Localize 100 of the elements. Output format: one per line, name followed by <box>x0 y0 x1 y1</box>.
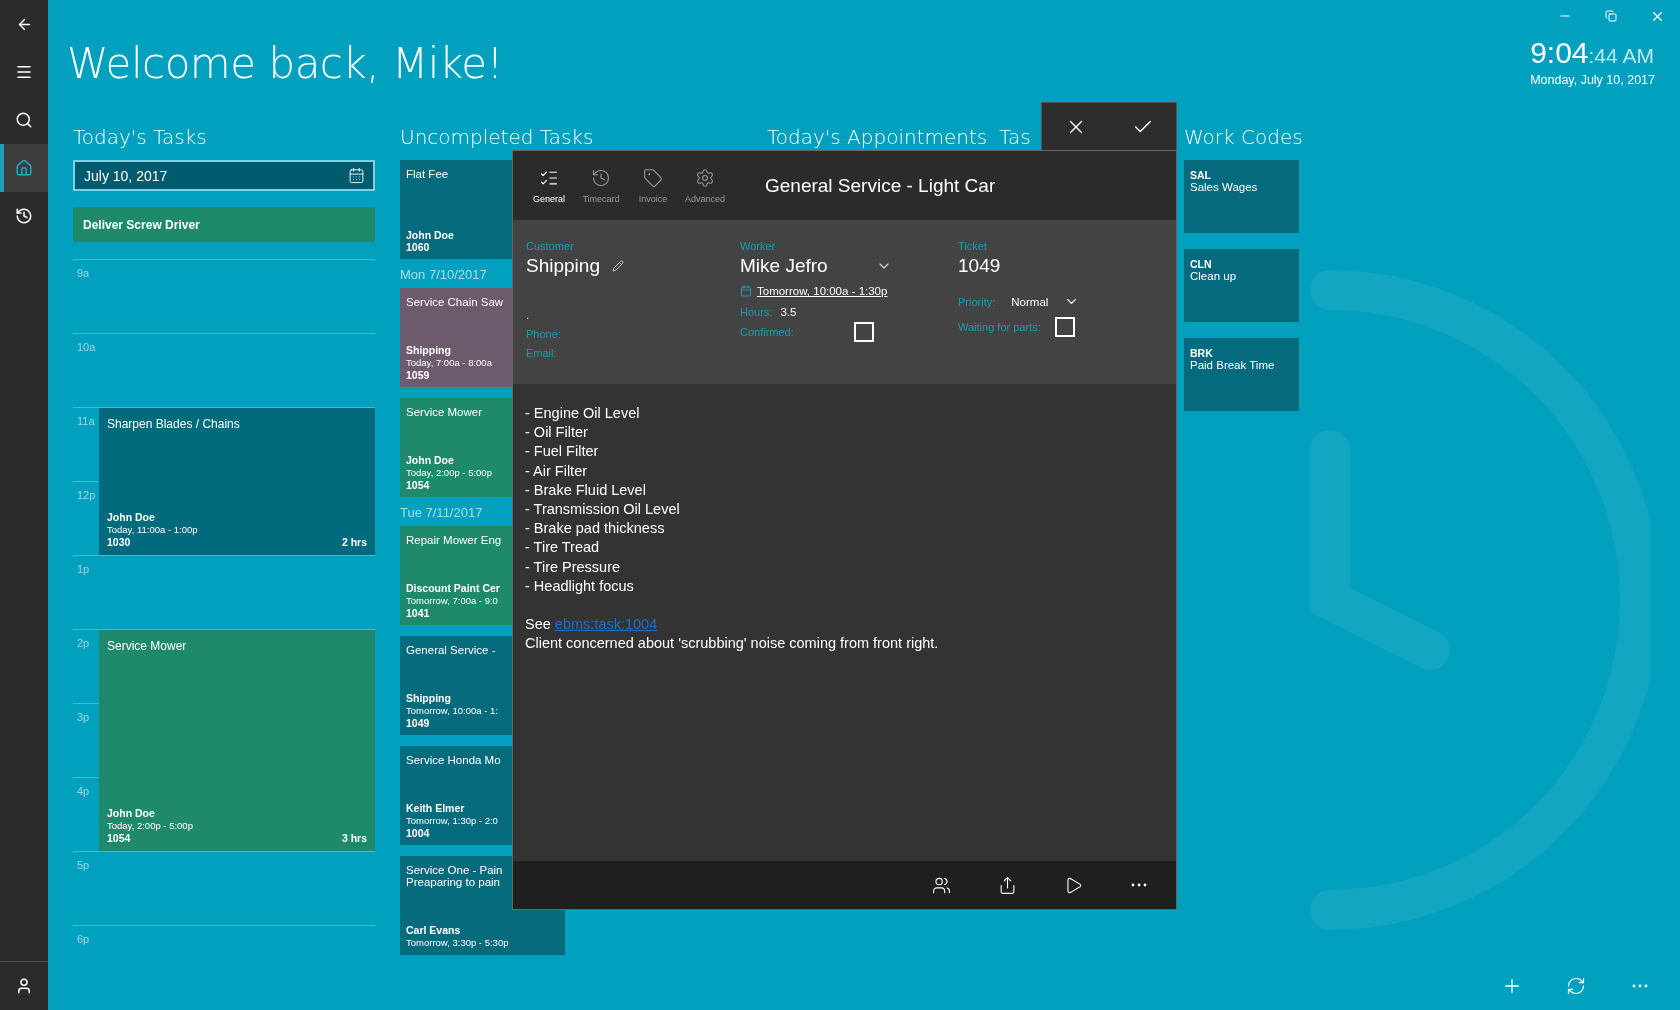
event-ticket: 1030 <box>107 536 131 548</box>
hour-label: 12p <box>77 489 96 501</box>
field-label: Ticket <box>958 240 987 252</box>
calendar-icon <box>348 167 365 184</box>
card-time: Tomorrow, 3:30p - 5:30p <box>406 937 509 948</box>
event-customer: John Doe <box>107 807 155 819</box>
event-time: Today, 11:00a - 1:00p <box>107 524 198 535</box>
people-icon <box>931 875 951 895</box>
card-customer: Carl Evans <box>406 924 461 936</box>
welcome-heading: Welcome back, Mike! <box>67 38 503 90</box>
hours-value: 3.5 <box>780 305 797 318</box>
date-picker[interactable]: July 10, 2017 <box>73 160 375 191</box>
hour-label: 10a <box>77 341 96 353</box>
event-title: Sharpen Blades / Chains <box>107 417 240 431</box>
work-code: SAL <box>1190 169 1211 181</box>
restore-icon <box>1605 10 1617 22</box>
field-label: Phone: <box>526 327 561 340</box>
card-ticket: 1041 <box>406 607 430 619</box>
card-title: Service Honda Mo <box>406 754 501 766</box>
work-code-name: Paid Break Time <box>1190 359 1275 371</box>
task-event[interactable]: Sharpen Blades / Chains John Doe Today, 11:00a - 1:00p 1030 2 hrs <box>99 408 375 555</box>
column-heading: Today's Tasks <box>73 124 207 151</box>
schedule-link[interactable]: Tomorrow, 10:00a - 1:30p <box>757 285 888 297</box>
hour-label: 2p <box>77 637 90 649</box>
card-title: Service Chain Saw <box>406 296 504 308</box>
column-heading: Uncompleted Tasks <box>400 124 594 151</box>
card-ticket: 1054 <box>406 479 430 491</box>
column-heading: Today's Appointments <box>767 124 988 151</box>
work-code-name: Sales Wages <box>1190 181 1258 193</box>
field-label: Worker <box>740 240 776 252</box>
event-customer: John Doe <box>107 511 155 523</box>
card-customer: Keith Elmer <box>406 802 465 814</box>
note-line: - Transmission Oil Level <box>525 500 680 519</box>
hour-label: 6p <box>77 933 90 945</box>
work-code: CLN <box>1190 258 1212 270</box>
gear-icon <box>695 167 715 188</box>
hour-label: 3p <box>77 711 90 723</box>
field-label: Email: <box>526 346 557 359</box>
work-code-tile[interactable]: CLN Clean up <box>1184 249 1299 322</box>
card-customer: John Doe <box>406 229 454 241</box>
card-time: Today, 7:00a - 8:00a <box>406 357 492 368</box>
card-ticket: 1049 <box>406 717 430 729</box>
card-customer: Shipping <box>406 692 451 704</box>
column-heading: Tas <box>999 124 1031 151</box>
menu-icon <box>15 63 33 81</box>
tag-icon <box>643 167 663 188</box>
refresh-icon <box>1566 976 1586 996</box>
all-day-task[interactable]: Deliver Screw Driver <box>73 207 375 242</box>
event-title: Service Mower <box>107 639 187 653</box>
more-icon <box>1632 984 1648 988</box>
work-code-tile[interactable]: SAL Sales Wages <box>1184 160 1299 233</box>
card-ticket: 1004 <box>406 827 430 839</box>
event-ticket: 1054 <box>107 832 131 844</box>
work-code-tile[interactable]: BRK Paid Break Time <box>1184 338 1299 411</box>
tab[interactable]: Timecard <box>575 155 627 216</box>
clock-date: Monday, July 10, 2017 <box>1530 73 1655 87</box>
card-title: Service One - Pain <box>406 864 503 876</box>
checkbox[interactable] <box>853 322 874 342</box>
clock-arrow-icon <box>15 207 33 225</box>
edit-button[interactable] <box>611 260 624 272</box>
column-heading: Work Codes <box>1184 124 1303 151</box>
card-time: Today, 2:00p - 5:00p <box>406 467 492 478</box>
address-text: . <box>526 309 530 321</box>
card-title: Service Mower <box>406 406 483 418</box>
card-time: Tomorrow, 7:00a - 9:0 <box>406 595 498 606</box>
search-icon <box>15 111 33 129</box>
card-ticket: 1059 <box>406 369 430 381</box>
card-customer: Discount Paint Cer <box>406 582 500 594</box>
worker-value: Mike Jefro <box>740 255 828 277</box>
field-label: Hours: <box>740 305 773 318</box>
tab[interactable]: Invoice <box>627 155 679 216</box>
hour-label: 1p <box>77 563 90 575</box>
hour-label: 9a <box>77 267 90 279</box>
field-label: Waiting for parts: <box>958 321 1041 333</box>
more-icon <box>1131 883 1147 887</box>
priority-select[interactable]: Normal <box>1011 295 1049 308</box>
card-time: Tomorrow, 1:30p - 2:0 <box>406 815 498 826</box>
pencil-icon <box>611 260 624 272</box>
card-title: General Service - <box>406 644 496 656</box>
date-group-heading: Tue 7/11/2017 <box>400 505 483 520</box>
date-group-heading: Mon 7/10/2017 <box>400 267 487 282</box>
person-icon <box>15 977 33 995</box>
clock-time: 9:04:44 AM <box>1530 38 1654 71</box>
event-duration: 2 hrs <box>341 536 367 548</box>
tab[interactable]: Advanced <box>679 155 731 216</box>
work-code-name: Clean up <box>1190 270 1237 282</box>
checkbox[interactable] <box>1054 317 1075 337</box>
calendar-icon <box>740 285 752 297</box>
card-ticket: 1060 <box>406 241 430 253</box>
task-event[interactable]: Service Mower John Doe Today, 2:00p - 5:00p 1054 3 hrs <box>99 630 375 851</box>
home-icon <box>15 159 33 177</box>
clock-arrow-icon <box>591 167 611 188</box>
card-subtitle: Preaparing to pain <box>406 876 500 888</box>
card-customer: Shipping <box>406 344 451 356</box>
event-time: Today, 2:00p - 5:00p <box>107 820 193 831</box>
work-code: BRK <box>1190 347 1213 359</box>
dialog-title: General Service - Light Car <box>765 174 996 197</box>
ticket-value: 1049 <box>958 255 1001 277</box>
hour-label: 4p <box>77 785 90 797</box>
field-label: Priority: <box>958 295 996 308</box>
